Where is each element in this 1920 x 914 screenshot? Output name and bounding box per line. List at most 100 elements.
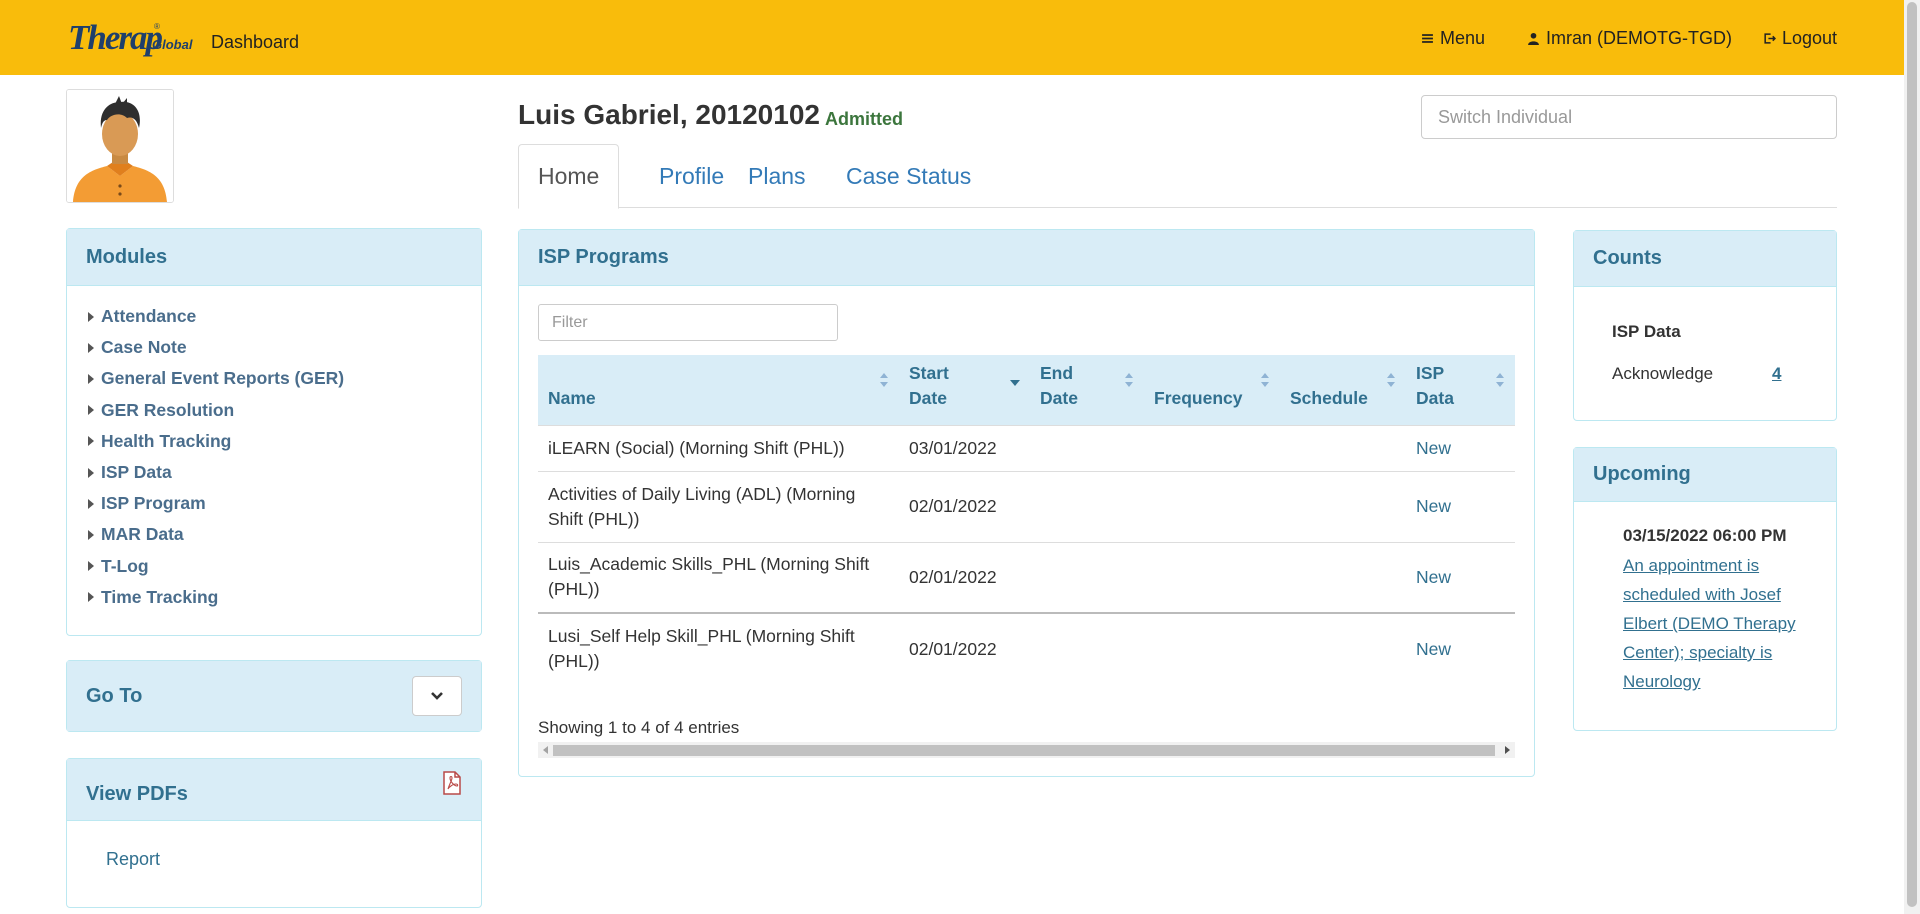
new-isp-data-link[interactable]: New	[1416, 438, 1451, 458]
isp-programs-table: Name Start Date End Date Frequency Sched…	[538, 355, 1515, 684]
sort-icon	[1387, 373, 1395, 387]
isp-programs-panel: ISP Programs Name Start Date End Date	[518, 229, 1535, 777]
menu-button[interactable]: Menu	[1421, 28, 1485, 49]
user-account-link[interactable]: Imran (DEMOTG-TGD)	[1527, 28, 1732, 49]
module-item-ger[interactable]: General Event Reports (GER)	[88, 363, 481, 394]
new-isp-data-link[interactable]: New	[1416, 567, 1451, 587]
top-navbar: Therap ® Global Dashboard Menu Imran (DE…	[0, 0, 1904, 75]
cell-end-date	[1030, 424, 1144, 471]
logout-label: Logout	[1782, 28, 1838, 48]
module-item-t-log[interactable]: T-Log	[88, 551, 481, 582]
tab-plans[interactable]: Plans	[729, 144, 825, 208]
dashboard-link[interactable]: Dashboard	[211, 32, 299, 53]
scroll-right-arrow-icon[interactable]	[1505, 746, 1510, 754]
column-header-frequency[interactable]: Frequency	[1144, 355, 1280, 425]
chevron-down-icon	[431, 692, 443, 700]
modules-panel: Modules Attendance Case Note General Eve…	[66, 228, 482, 636]
cell-schedule	[1280, 612, 1406, 684]
hamburger-icon	[1422, 34, 1433, 43]
column-header-label: Schedule	[1290, 387, 1368, 408]
admission-status-badge: Admitted	[825, 109, 903, 129]
page-scrollbar-thumb[interactable]	[1907, 2, 1917, 907]
column-header-schedule[interactable]: Schedule	[1280, 355, 1406, 425]
module-link[interactable]: General Event Reports (GER)	[101, 368, 344, 389]
modules-heading: Modules	[67, 229, 481, 286]
upcoming-appointment-link[interactable]: An appointment is scheduled with Josef E…	[1623, 551, 1823, 696]
table-header-row: Name Start Date End Date Frequency Sched…	[538, 355, 1515, 425]
module-item-health-tracking[interactable]: Health Tracking	[88, 426, 481, 457]
report-link[interactable]: Report	[106, 849, 160, 870]
individual-tabs: Home Profile Plans Case Status	[518, 144, 1837, 209]
logout-link[interactable]: Logout	[1763, 28, 1837, 49]
column-header-end-date[interactable]: End Date	[1030, 355, 1144, 425]
goto-panel: Go To	[66, 660, 482, 732]
module-item-time-tracking[interactable]: Time Tracking	[88, 582, 481, 613]
column-header-isp-data[interactable]: ISP Data	[1406, 355, 1515, 425]
module-item-ger-resolution[interactable]: GER Resolution	[88, 395, 481, 426]
cell-start-date: 02/01/2022	[899, 612, 1030, 684]
cell-frequency	[1144, 612, 1280, 684]
table-row: Lusi_Self Help Skill_PHL (Morning Shift …	[538, 612, 1515, 684]
table-row: Luis_Academic Skills_PHL (Morning Shift …	[538, 541, 1515, 613]
module-link[interactable]: Time Tracking	[101, 587, 218, 608]
sort-icon	[1125, 373, 1133, 387]
registered-mark-icon: ®	[154, 22, 160, 31]
user-label: Imran (DEMOTG-TGD)	[1546, 28, 1732, 48]
tab-case-status[interactable]: Case Status	[827, 144, 990, 208]
sort-desc-icon	[1010, 380, 1020, 386]
cell-name: iLEARN (Social) (Morning Shift (PHL))	[538, 424, 899, 471]
column-header-label: End	[1040, 362, 1074, 383]
individual-name: Luis Gabriel, 20120102	[518, 99, 820, 130]
counts-heading: Counts	[1574, 231, 1836, 287]
module-item-mar-data[interactable]: MAR Data	[88, 519, 481, 550]
module-link[interactable]: Attendance	[101, 306, 196, 327]
cell-isp-data: New	[1406, 612, 1515, 684]
tab-home[interactable]: Home	[518, 144, 620, 209]
column-header-label: Date	[909, 387, 947, 408]
upcoming-date: 03/15/2022 06:00 PM	[1623, 526, 1787, 545]
view-pdfs-panel: View PDFs Report	[66, 758, 482, 908]
module-link[interactable]: T-Log	[101, 556, 149, 577]
module-link[interactable]: MAR Data	[101, 524, 184, 545]
module-link[interactable]: GER Resolution	[101, 400, 234, 421]
page-scrollbar[interactable]	[1904, 0, 1920, 914]
column-header-name[interactable]: Name	[538, 355, 899, 425]
scroll-left-arrow-icon[interactable]	[543, 746, 548, 754]
acknowledge-count-link[interactable]: 4	[1772, 364, 1781, 384]
acknowledge-label: Acknowledge	[1612, 364, 1714, 383]
new-isp-data-link[interactable]: New	[1416, 496, 1451, 516]
new-isp-data-link[interactable]: New	[1416, 639, 1451, 659]
filter-input[interactable]	[538, 304, 838, 341]
logout-icon	[1764, 33, 1776, 44]
module-link[interactable]: Case Note	[101, 337, 187, 358]
pdf-icon[interactable]	[442, 771, 462, 795]
module-item-case-note[interactable]: Case Note	[88, 332, 481, 363]
table-row: iLEARN (Social) (Morning Shift (PHL)) 03…	[538, 424, 1515, 471]
module-link[interactable]: ISP Program	[101, 493, 206, 514]
sort-icon	[1261, 373, 1269, 387]
switch-individual-input[interactable]	[1421, 95, 1837, 139]
logo-text: Therap	[68, 18, 163, 57]
table-row: Activities of Daily Living (ADL) (Mornin…	[538, 470, 1515, 542]
column-header-start-date[interactable]: Start Date	[899, 355, 1030, 425]
caret-right-icon	[88, 342, 94, 353]
upcoming-panel: Upcoming 03/15/2022 06:00 PM An appointm…	[1573, 447, 1837, 731]
tab-profile[interactable]: Profile	[640, 144, 743, 208]
cell-start-date: 03/01/2022	[899, 424, 1030, 471]
goto-toggle-button[interactable]	[412, 676, 462, 716]
cell-schedule	[1280, 541, 1406, 613]
cell-frequency	[1144, 470, 1280, 542]
module-item-isp-program[interactable]: ISP Program	[88, 488, 481, 519]
module-link[interactable]: Health Tracking	[101, 431, 231, 452]
module-link[interactable]: ISP Data	[101, 462, 172, 483]
module-item-isp-data[interactable]: ISP Data	[88, 457, 481, 488]
table-scrollbar-thumb[interactable]	[553, 745, 1495, 756]
module-item-attendance[interactable]: Attendance	[88, 301, 481, 332]
table-info-text: Showing 1 to 4 of 4 entries	[538, 718, 740, 737]
cell-schedule	[1280, 424, 1406, 471]
cell-name: Luis_Academic Skills_PHL (Morning Shift …	[538, 541, 899, 613]
therap-logo[interactable]: Therap ® Global	[68, 18, 194, 58]
table-horizontal-scrollbar[interactable]	[538, 742, 1515, 758]
upcoming-heading: Upcoming	[1574, 448, 1836, 502]
cell-start-date: 02/01/2022	[899, 470, 1030, 542]
